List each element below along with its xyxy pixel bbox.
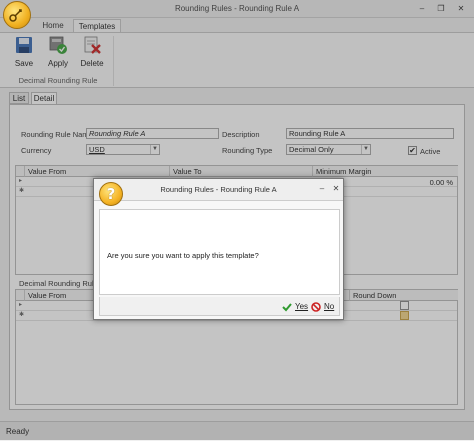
app-logo-icon [9,9,22,22]
confirm-dialog: Rounding Rules - Rounding Rule A – ✕ ? A… [93,178,344,320]
dialog-message: Are you sure you want to apply this temp… [107,251,259,260]
app-menu-button[interactable] [3,1,31,29]
check-icon [282,302,292,311]
dialog-footer: Yes No [99,297,340,316]
yes-button[interactable]: Yes [282,300,308,313]
dialog-title: Rounding Rules - Rounding Rule A [160,185,277,194]
question-icon: ? [99,182,123,206]
dialog-title-bar: Rounding Rules - Rounding Rule A – ✕ [94,179,343,201]
yes-label: Yes [295,302,309,311]
no-label: No [324,302,335,311]
no-button[interactable]: No [311,300,334,313]
no-entry-icon [311,301,321,312]
dialog-body: Are you sure you want to apply this temp… [99,209,340,295]
dialog-minimize-button[interactable]: – [316,184,328,194]
dialog-close-button[interactable]: ✕ [330,184,342,194]
